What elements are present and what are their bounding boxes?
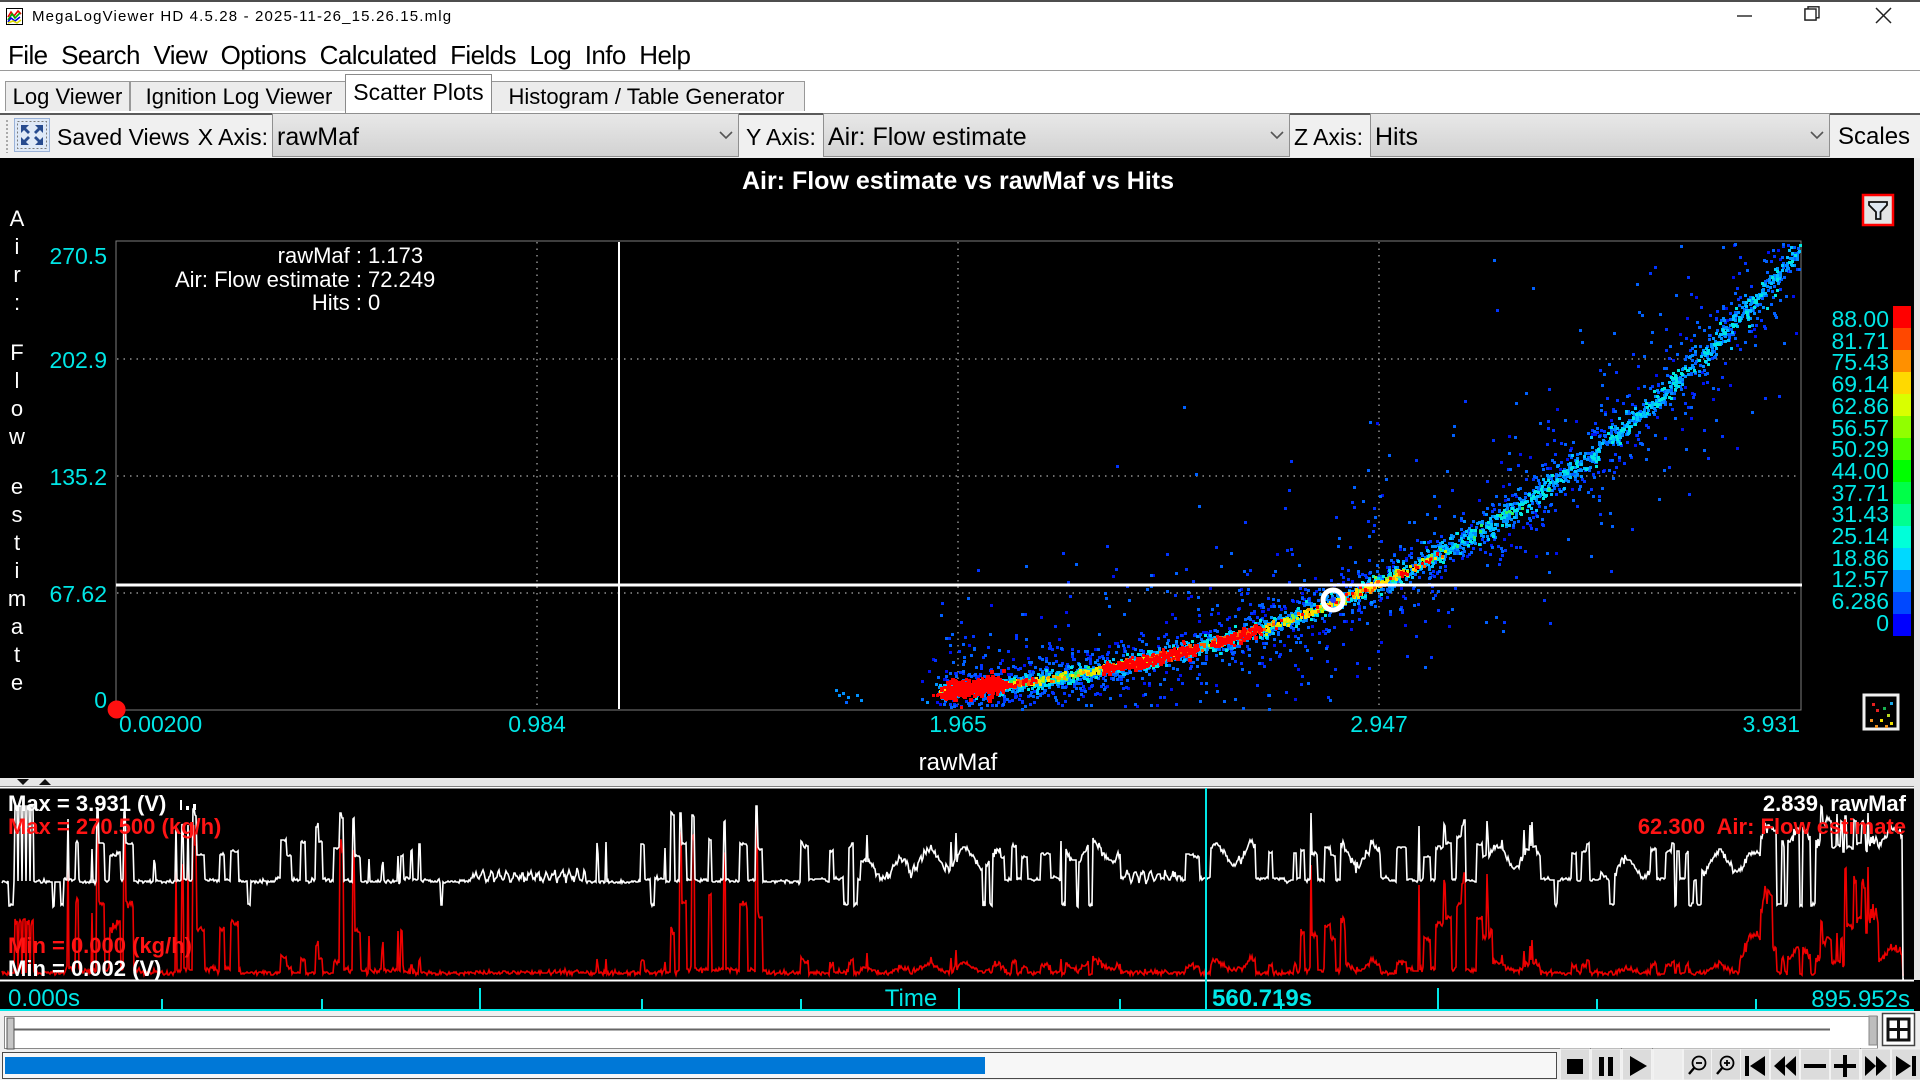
svg-text:0: 0 (368, 290, 380, 315)
svg-text:Hits :: Hits : (312, 290, 362, 315)
svg-text:e: e (11, 474, 23, 499)
svg-text:0: 0 (94, 687, 107, 713)
svg-text:t: t (14, 642, 20, 667)
svg-text:560.719s: 560.719s (1212, 985, 1312, 1011)
svg-text:3.931: 3.931 (1742, 711, 1800, 737)
svg-text:1.173: 1.173 (368, 243, 423, 268)
svg-text:0.000s: 0.000s (8, 985, 80, 1011)
svg-text:67.62: 67.62 (49, 581, 107, 607)
svg-text:a: a (11, 614, 24, 639)
svg-text:895.952s: 895.952s (1811, 986, 1910, 1011)
svg-text:F: F (10, 340, 23, 365)
svg-text:0.00200: 0.00200 (119, 711, 202, 737)
svg-text:Air: Flow estimate vs rawMaf v: Air: Flow estimate vs rawMaf vs Hits (742, 167, 1174, 195)
svg-text:2.947: 2.947 (1350, 711, 1408, 737)
svg-text:135.2: 135.2 (49, 464, 107, 490)
svg-text:s: s (12, 502, 23, 527)
svg-text:i: i (15, 558, 20, 583)
svg-text:Air: Flow estimate :: Air: Flow estimate : (175, 267, 362, 292)
svg-text:i: i (15, 234, 20, 259)
svg-text:0.984: 0.984 (508, 711, 566, 737)
svg-text:62.300 Air: Flow estimate: 62.300 Air: Flow estimate (1638, 814, 1906, 839)
svg-text:o: o (11, 396, 23, 421)
svg-text:Time: Time (885, 985, 937, 1011)
svg-text:rawMaf :: rawMaf : (278, 243, 362, 268)
svg-text:2.839 rawMaf: 2.839 rawMaf (1763, 791, 1907, 816)
svg-text:r: r (13, 262, 20, 287)
svg-text:Min = 0.002 (V): Min = 0.002 (V) (8, 956, 161, 981)
svg-text:l: l (15, 368, 20, 393)
svg-text:A: A (10, 206, 25, 231)
svg-text:270.5: 270.5 (49, 243, 107, 269)
svg-text:Max = 3.931 (V): Max = 3.931 (V) (8, 791, 166, 816)
svg-text:Max = 270.500 (kg/h): Max = 270.500 (kg/h) (8, 814, 221, 839)
svg-text::: : (14, 290, 20, 315)
svg-text:e: e (11, 670, 23, 695)
svg-text:0: 0 (1876, 610, 1889, 636)
svg-text:rawMaf: rawMaf (919, 749, 998, 776)
svg-text:m: m (8, 586, 26, 611)
svg-text:202.9: 202.9 (49, 347, 107, 373)
svg-text:72.249: 72.249 (368, 267, 435, 292)
svg-text:w: w (8, 424, 25, 449)
svg-text:Min = 0.000 (kg/h): Min = 0.000 (kg/h) (8, 933, 192, 958)
svg-text:t: t (14, 530, 20, 555)
svg-text:1.965: 1.965 (929, 711, 987, 737)
